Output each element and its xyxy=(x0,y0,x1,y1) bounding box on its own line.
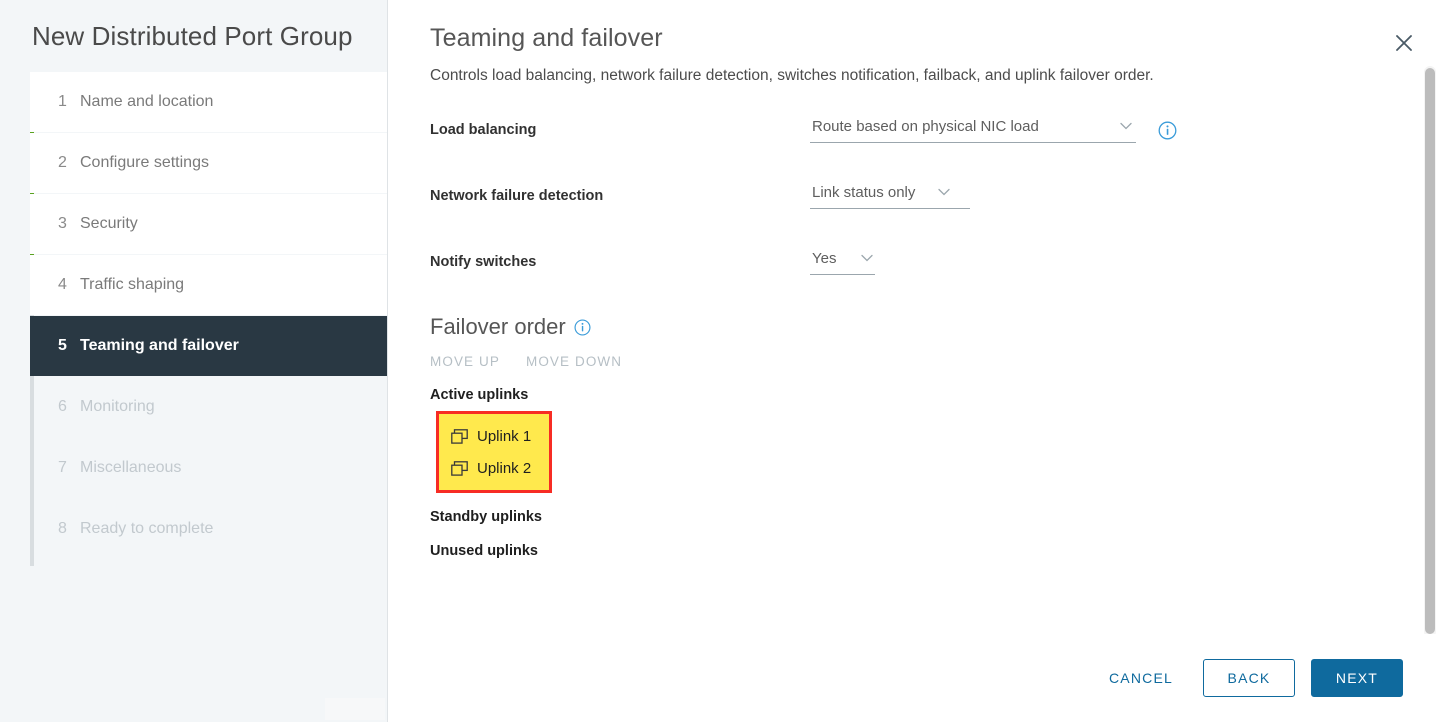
step-label: Ready to complete xyxy=(80,520,214,537)
wizard-sidebar: New Distributed Port Group 1 Name and lo… xyxy=(0,0,388,722)
notify-switches-label: Notify switches xyxy=(430,254,537,270)
active-uplinks-label: Active uplinks xyxy=(430,387,529,403)
step-number: 2 xyxy=(58,154,67,171)
failover-order-info-icon[interactable] xyxy=(574,318,591,336)
network-failure-detection-value: Link status only xyxy=(812,184,916,201)
step-label: Name and location xyxy=(80,93,214,110)
sidebar-item-teaming-and-failover[interactable]: 5 Teaming and failover xyxy=(30,316,387,376)
page-subtitle: Controls load balancing, network failure… xyxy=(430,67,1154,84)
list-item-uplink-1[interactable]: Uplink 1 xyxy=(451,420,531,452)
sidebar-item-miscellaneous[interactable]: 7 Miscellaneous xyxy=(30,438,387,498)
step-number: 4 xyxy=(58,276,67,293)
step-number: 8 xyxy=(58,520,67,537)
step-number: 7 xyxy=(58,459,67,476)
move-down-button[interactable]: Move down xyxy=(526,354,622,369)
sidebar-item-traffic-shaping[interactable]: 4 Traffic shaping xyxy=(30,255,387,315)
new-distributed-port-group-wizard: New Distributed Port Group 1 Name and lo… xyxy=(0,0,1439,722)
step-label: Configure settings xyxy=(80,154,209,171)
sidebar-item-name-and-location[interactable]: 1 Name and location xyxy=(30,72,387,132)
step-number: 1 xyxy=(58,93,67,110)
form-row-load-balancing: Load balancing Route based on physical N… xyxy=(430,116,1439,152)
form-row-notify-switches: Notify switches Yes xyxy=(430,248,1439,284)
step-number: 5 xyxy=(58,337,67,354)
load-balancing-value: Route based on physical NIC load xyxy=(812,118,1039,135)
notify-switches-select[interactable]: Yes xyxy=(810,248,875,275)
failover-order-title: Failover order xyxy=(430,314,566,339)
chevron-down-icon xyxy=(1120,122,1132,130)
wizard-title: New Distributed Port Group xyxy=(32,21,353,51)
wizard-main-panel: Teaming and failover Controls load balan… xyxy=(388,0,1439,722)
close-icon[interactable] xyxy=(1389,28,1419,58)
sidebar-item-configure-settings[interactable]: 2 Configure settings xyxy=(30,133,387,193)
step-label: Miscellaneous xyxy=(80,459,182,476)
step-label: Traffic shaping xyxy=(80,276,185,293)
main-panel-scrollbar[interactable] xyxy=(1424,66,1436,638)
move-up-button[interactable]: Move up xyxy=(430,354,500,369)
step-label: Monitoring xyxy=(80,398,155,415)
failover-order-toolbar: Move up Move down xyxy=(430,354,1439,369)
sidebar-scroll-shadow xyxy=(325,698,385,720)
network-failure-detection-select[interactable]: Link status only xyxy=(810,182,970,209)
chevron-down-icon xyxy=(861,254,873,262)
load-balancing-info-icon[interactable] xyxy=(1158,121,1177,140)
main-content: Teaming and failover Controls load balan… xyxy=(388,0,1439,559)
active-uplinks-highlight: Uplink 1 Uplink 2 xyxy=(436,411,553,493)
step-label: Teaming and failover xyxy=(80,337,239,354)
wizard-footer: Cancel Back Next xyxy=(388,634,1439,722)
step-label: Security xyxy=(80,215,138,232)
list-item-uplink-2[interactable]: Uplink 2 xyxy=(451,452,531,484)
uplink-label: Uplink 1 xyxy=(477,427,532,445)
unused-uplinks-label: Unused uplinks xyxy=(430,543,538,559)
nic-uplink-icon xyxy=(451,460,468,476)
scrollbar-thumb[interactable] xyxy=(1425,68,1435,634)
notify-switches-value: Yes xyxy=(812,250,837,267)
form-row-network-failure-detection: Network failure detection Link status on… xyxy=(430,182,1439,218)
back-button[interactable]: Back xyxy=(1203,659,1295,697)
failover-order-heading: Failover order xyxy=(430,314,1439,340)
cancel-button[interactable]: Cancel xyxy=(1095,662,1187,694)
page-title: Teaming and failover xyxy=(430,24,663,52)
sidebar-item-ready-to-complete[interactable]: 8 Ready to complete xyxy=(30,499,387,559)
step-number: 6 xyxy=(58,398,67,415)
standby-uplinks-label: Standby uplinks xyxy=(430,509,542,525)
next-button[interactable]: Next xyxy=(1311,659,1403,697)
chevron-down-icon xyxy=(938,188,950,196)
load-balancing-label: Load balancing xyxy=(430,122,537,138)
network-failure-detection-label: Network failure detection xyxy=(430,188,604,204)
uplink-label: Uplink 2 xyxy=(477,459,532,477)
sidebar-item-security[interactable]: 3 Security xyxy=(30,194,387,254)
wizard-step-list: 1 Name and location 2 Configure settings… xyxy=(0,72,387,566)
load-balancing-select[interactable]: Route based on physical NIC load xyxy=(810,116,1136,143)
nic-uplink-icon xyxy=(451,428,468,444)
step-number: 3 xyxy=(58,215,67,232)
sidebar-item-monitoring[interactable]: 6 Monitoring xyxy=(30,377,387,437)
